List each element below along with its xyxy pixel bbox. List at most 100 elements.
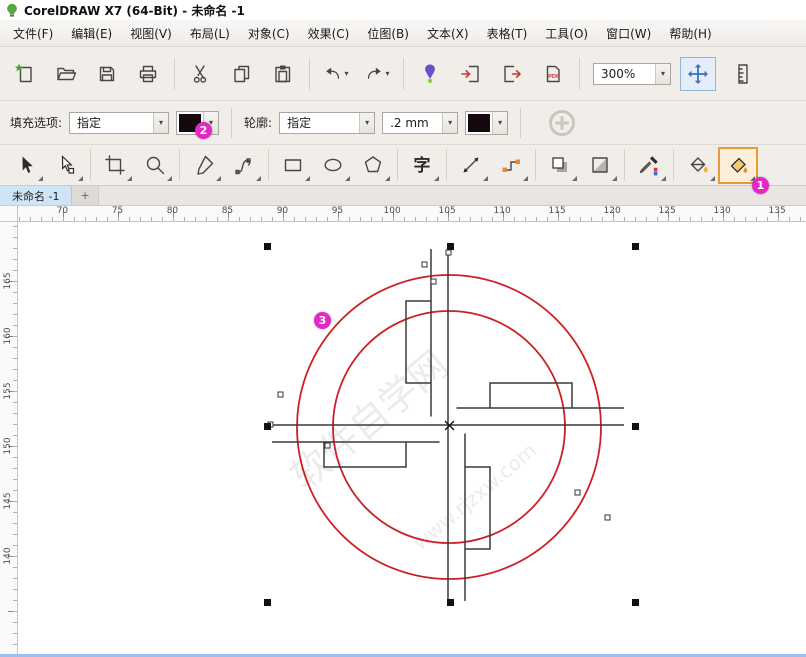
flyout-indicator [612, 176, 617, 181]
chevron-down-icon[interactable]: ▾ [442, 113, 457, 133]
zoom-level-select[interactable]: 300% ▾ [593, 63, 671, 85]
import-button[interactable] [452, 53, 490, 95]
save-button[interactable] [88, 53, 126, 95]
add-preset-button[interactable] [547, 102, 577, 144]
rectangle-tool[interactable] [273, 147, 313, 184]
shape-tool[interactable] [46, 147, 86, 184]
chevron-down-icon[interactable]: ▾ [153, 113, 168, 133]
transparency-tool[interactable] [580, 147, 620, 184]
flyout-indicator [710, 176, 715, 181]
menu-object[interactable]: 对象(C) [239, 21, 299, 46]
menu-table[interactable]: 表格(T) [478, 21, 537, 46]
paste-button[interactable] [264, 53, 302, 95]
freehand-tool[interactable] [184, 147, 224, 184]
ruler-label-v: 155 [3, 381, 13, 401]
flyout-indicator [127, 176, 132, 181]
menu-effects[interactable]: 效果(C) [299, 21, 359, 46]
new-tab-button[interactable]: + [72, 186, 98, 205]
fullscreen-preview-button[interactable] [680, 57, 716, 91]
outline-width-select[interactable]: .2 mm ▾ [382, 112, 458, 134]
menu-help[interactable]: 帮助(H) [660, 21, 720, 46]
cut-button[interactable] [182, 53, 220, 95]
flyout-indicator [523, 176, 528, 181]
chevron-down-icon[interactable]: ▾ [385, 69, 389, 78]
eyedropper-icon [638, 154, 660, 176]
chevron-down-icon[interactable]: ▾ [492, 112, 507, 134]
ruler-label-h: 90 [277, 206, 288, 216]
shadow-tool-icon [549, 154, 571, 176]
canvas-area: 70 75 80 85 90 95 100 105 110 115 120 12… [0, 206, 806, 657]
artwork[interactable]: 软件自学网 www.rjzxw.com [18, 222, 806, 657]
menu-tools[interactable]: 工具(O) [536, 21, 597, 46]
welcome-screen-button[interactable] [411, 53, 449, 95]
pick-tool[interactable] [6, 147, 46, 184]
ruler-label-h: 130 [714, 206, 731, 216]
smart-fill-tool[interactable] [718, 147, 758, 184]
horizontal-ruler[interactable]: 70 75 80 85 90 95 100 105 110 115 120 12… [18, 206, 806, 222]
print-button[interactable] [129, 53, 167, 95]
connector-tool-icon [500, 154, 522, 176]
separator [397, 149, 398, 181]
chevron-down-icon[interactable]: ▾ [344, 69, 348, 78]
menu-window[interactable]: 窗口(W) [597, 21, 660, 46]
curve-tool-icon [233, 154, 255, 176]
outline-type-select[interactable]: 指定 ▾ [279, 112, 375, 134]
outline-color-picker[interactable]: ▾ [465, 111, 508, 135]
drawing-canvas[interactable]: 软件自学网 www.rjzxw.com [18, 222, 806, 657]
ruler-label-h: 75 [112, 206, 123, 216]
new-document-button[interactable] [6, 53, 44, 95]
ruler-label-h: 95 [332, 206, 343, 216]
fill-type-select[interactable]: 指定 ▾ [69, 112, 169, 134]
menu-edit[interactable]: 编辑(E) [62, 21, 121, 46]
pdf-icon: PDF [542, 63, 564, 85]
text-tool[interactable]: 字 [402, 147, 442, 184]
smart-fill-tool-icon [727, 154, 749, 176]
flyout-indicator [572, 176, 577, 181]
copy-button[interactable] [223, 53, 261, 95]
chevron-down-icon[interactable]: ▾ [359, 113, 374, 133]
meander-pattern[interactable] [272, 249, 624, 601]
ellipse-tool[interactable] [313, 147, 353, 184]
ruler-label-h: 80 [167, 206, 178, 216]
open-button[interactable] [47, 53, 85, 95]
chevron-down-icon[interactable]: ▾ [655, 64, 670, 84]
fill-tool-icon [687, 154, 709, 176]
drop-shadow-tool[interactable] [540, 147, 580, 184]
menu-layout[interactable]: 布局(L) [181, 21, 239, 46]
separator [446, 149, 447, 181]
transparency-tool-icon [589, 154, 611, 176]
property-bar: 填充选项: 指定 ▾ ▾ 轮廓: 指定 ▾ .2 mm ▾ ▾ [0, 101, 806, 145]
ruler-origin[interactable] [0, 206, 18, 222]
undo-button[interactable]: ▾ [317, 53, 355, 95]
polygon-tool[interactable] [353, 147, 393, 184]
export-icon [501, 63, 523, 85]
tab-label: 未命名 -1 [12, 188, 59, 204]
export-button[interactable] [493, 53, 531, 95]
window-title: CorelDRAW X7 (64-Bit) - 未命名 -1 [24, 2, 245, 19]
menu-file[interactable]: 文件(F) [4, 21, 62, 46]
separator [535, 149, 536, 181]
menu-text[interactable]: 文本(X) [418, 21, 478, 46]
redo-button[interactable]: ▾ [358, 53, 396, 95]
crop-tool[interactable] [95, 147, 135, 184]
publish-pdf-button[interactable]: PDF [534, 53, 572, 95]
dimension-tool[interactable] [451, 147, 491, 184]
vertical-ruler[interactable]: 165 160 155 150 145 140 [0, 222, 18, 657]
rulers-toggle-button[interactable] [725, 53, 763, 95]
bezier-curve-tool[interactable] [224, 147, 264, 184]
flyout-indicator [256, 176, 261, 181]
polygon-tool-icon [362, 154, 384, 176]
redo-icon [364, 64, 384, 84]
connector-tool[interactable] [491, 147, 531, 184]
menu-view[interactable]: 视图(V) [121, 21, 181, 46]
interactive-fill-tool[interactable] [678, 147, 718, 184]
zoom-tool[interactable] [135, 147, 175, 184]
title-bar: CorelDRAW X7 (64-Bit) - 未命名 -1 [0, 0, 806, 20]
step-badge-1: 1 [752, 177, 769, 194]
plus-icon: + [80, 189, 89, 202]
color-eyedropper-tool[interactable] [629, 147, 669, 184]
tab-untitled-1[interactable]: 未命名 -1 [0, 186, 72, 205]
ellipse-tool-icon [322, 154, 344, 176]
menu-bitmaps[interactable]: 位图(B) [358, 21, 418, 46]
menu-bar: 文件(F) 编辑(E) 视图(V) 布局(L) 对象(C) 效果(C) 位图(B… [0, 20, 806, 47]
